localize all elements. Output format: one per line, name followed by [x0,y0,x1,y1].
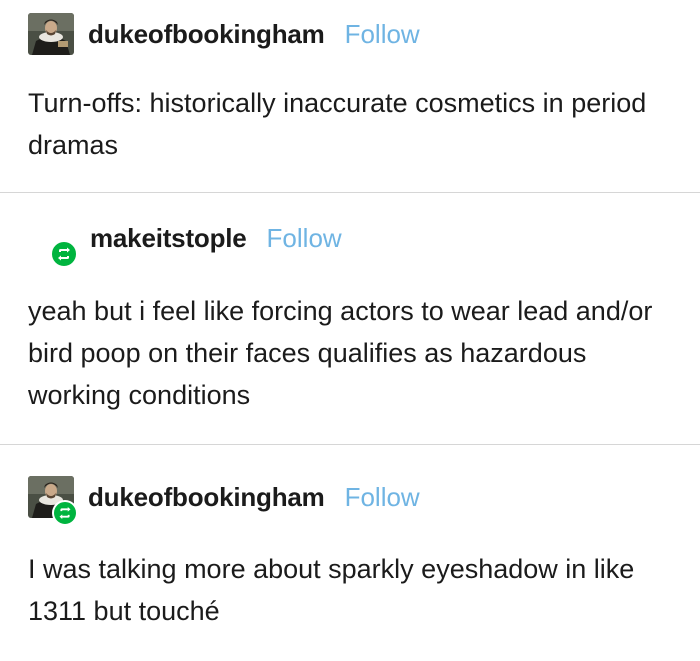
reblog-icon [50,240,78,268]
avatar[interactable] [28,13,74,55]
follow-button[interactable]: Follow [345,482,420,513]
portrait-avatar-icon [28,13,74,55]
reblog-icon [52,500,78,526]
post-original: dukeofbookingham Follow Turn-offs: histo… [0,0,700,192]
username[interactable]: dukeofbookingham [88,482,325,513]
post-header: dukeofbookingham Follow [28,476,420,526]
avatar[interactable] [28,476,78,526]
post-reblog: dukeofbookingham Follow I was talking mo… [0,445,700,661]
avatar[interactable] [28,218,86,268]
post-text: yeah but i feel like forcing actors to w… [28,296,653,410]
post-header: dukeofbookingham Follow [28,13,420,55]
follow-button[interactable]: Follow [267,223,342,254]
username[interactable]: dukeofbookingham [88,19,325,50]
follow-button[interactable]: Follow [345,19,420,50]
post-text: I was talking more about sparkly eyeshad… [28,554,635,626]
post-header: makeitstople Follow [28,218,342,268]
post-text: Turn-offs: historically inaccurate cosme… [28,88,647,160]
username[interactable]: makeitstople [90,223,247,254]
post-reblog: makeitstople Follow yeah but i feel like… [0,193,700,444]
